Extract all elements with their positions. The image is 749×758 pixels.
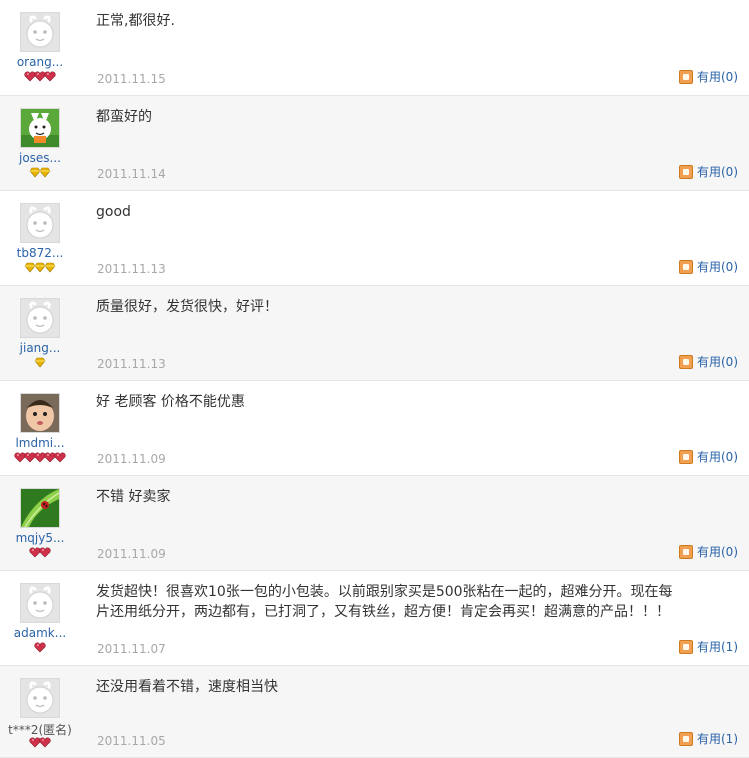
avatar[interactable] [20,678,60,718]
useful-button[interactable]: 有用(0) [679,258,738,275]
diamond-icon [39,163,51,182]
avatar[interactable] [20,583,60,623]
useful-button[interactable]: 有用(0) [679,163,738,180]
thumbs-up-icon [679,639,693,654]
heart-icon [44,67,56,86]
thumbs-up-icon [679,69,693,84]
review-date: 2011.11.14 [97,167,166,181]
avatar[interactable] [20,12,60,52]
avatar[interactable] [20,203,60,243]
review-item: lmdmi... 好 老顾客 价格不能优惠 2011.11.09 有用(0) [0,381,749,476]
buyer-rank-badge [0,452,80,464]
buyer-rank-badge [0,357,80,369]
useful-label: 有用(0) [697,70,738,84]
heart-icon [54,448,66,467]
review-date: 2011.11.07 [97,642,166,656]
buyer-rank-badge [0,167,80,179]
review-date: 2011.11.09 [97,452,166,466]
thumbs-up-icon [679,449,693,464]
review-comment: 质量很好，发货很快，好评！ [96,299,278,315]
review-item: orang... 正常,都很好. 2011.11.15 有用(0) [0,0,749,96]
useful-button[interactable]: 有用(1) [679,730,738,747]
useful-button[interactable]: 有用(1) [679,638,738,655]
heart-icon [34,638,46,657]
useful-label: 有用(0) [697,355,738,369]
useful-label: 有用(0) [697,450,738,464]
useful-label: 有用(0) [697,545,738,559]
avatar[interactable] [20,393,60,433]
buyer-rank-badge [0,642,80,654]
review-date: 2011.11.09 [97,547,166,561]
review-date: 2011.11.15 [97,72,166,86]
review-comment: 都蛮好的 [96,109,152,125]
buyer-rank-badge [0,737,80,749]
review-comment: 发货超快！很喜欢10张一包的小包装。以前跟别家买是500张粘在一起的，超难分开。… [96,584,673,620]
thumbs-up-icon [679,731,693,746]
useful-button[interactable]: 有用(0) [679,353,738,370]
review-comment: 不错 好卖家 [96,489,171,505]
review-item: t***2(匿名) 还没用看着不错，速度相当快 2011.11.05 有用(1) [0,666,749,758]
buyer-rank-badge [0,71,80,83]
review-item: tb872... good 2011.11.13 有用(0) [0,191,749,286]
thumbs-up-icon [679,259,693,274]
review-comment: 还没用看着不错，速度相当快 [96,679,278,695]
review-date: 2011.11.13 [97,357,166,371]
heart-icon [39,733,51,752]
thumbs-up-icon [679,164,693,179]
diamond-icon [34,353,46,372]
review-comment: 正常,都很好. [96,13,175,29]
review-item: joses... 都蛮好的 2011.11.14 有用(0) [0,96,749,191]
review-item: adamk... 发货超快！很喜欢10张一包的小包装。以前跟别家买是500张粘在一… [0,571,749,666]
useful-button[interactable]: 有用(0) [679,448,738,465]
review-date: 2011.11.05 [97,734,166,748]
diamond-icon [44,258,56,277]
avatar[interactable] [20,108,60,148]
review-date: 2011.11.13 [97,262,166,276]
avatar[interactable] [20,298,60,338]
review-item: jiang... 质量很好，发货很快，好评！ 2011.11.13 有用(0) [0,286,749,381]
review-item: mqjy5... 不错 好卖家 2011.11.09 有用(0) [0,476,749,571]
heart-icon [39,543,51,562]
review-comment: 好 老顾客 价格不能优惠 [96,394,245,410]
useful-label: 有用(0) [697,260,738,274]
useful-button[interactable]: 有用(0) [679,543,738,560]
review-list: orang... 正常,都很好. 2011.11.15 有用(0) joses... 都蛮… [0,0,749,758]
useful-label: 有用(1) [697,732,738,746]
useful-label: 有用(1) [697,640,738,654]
useful-label: 有用(0) [697,165,738,179]
avatar[interactable] [20,488,60,528]
thumbs-up-icon [679,354,693,369]
buyer-rank-badge [0,262,80,274]
thumbs-up-icon [679,544,693,559]
review-comment: good [96,204,131,220]
useful-button[interactable]: 有用(0) [679,68,738,85]
buyer-rank-badge [0,547,80,559]
